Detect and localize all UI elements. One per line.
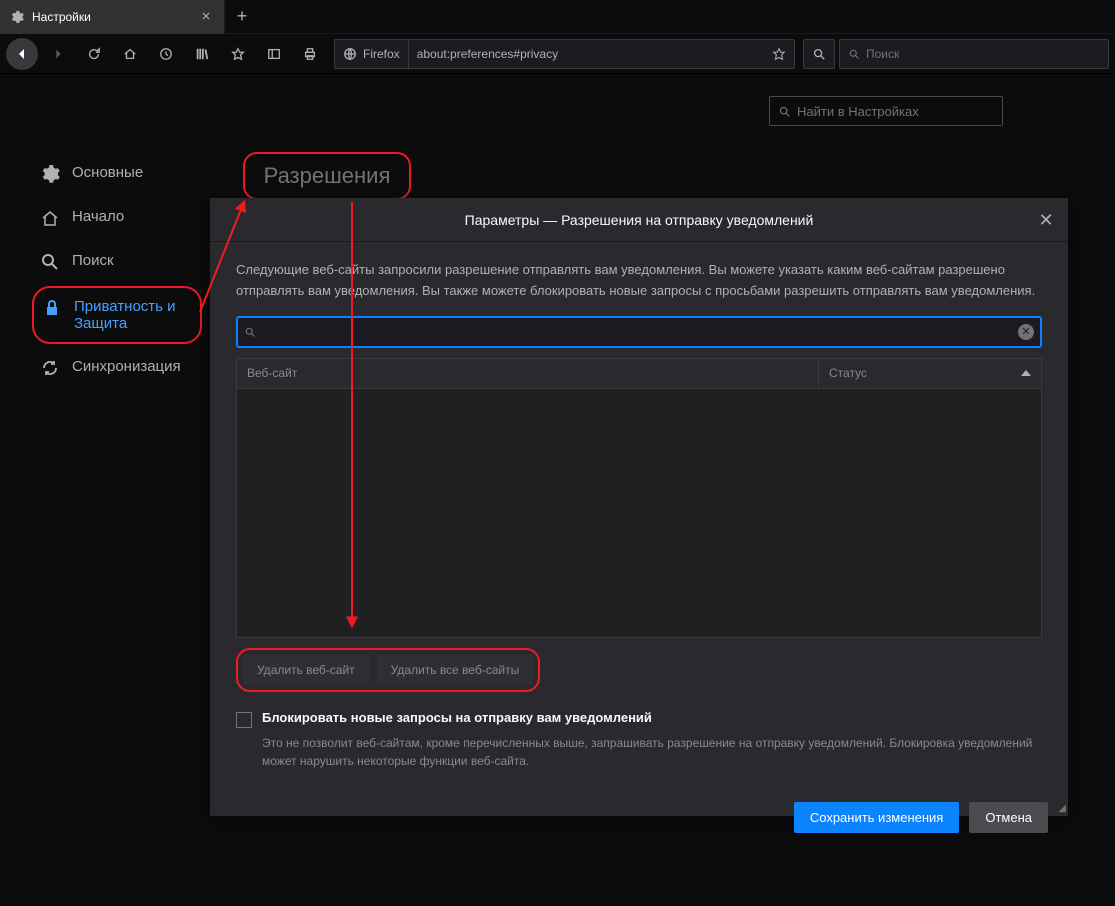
toolbar: Firefox about:preferences#privacy Поиск <box>0 34 1115 74</box>
reload-button[interactable] <box>78 38 110 70</box>
remove-website-button[interactable]: Удалить веб-сайт <box>243 655 369 685</box>
sidebar-item-general[interactable]: Основные <box>32 154 202 194</box>
dialog-body: Следующие веб-сайты запросили разрешение… <box>210 242 1068 788</box>
browser-tab[interactable]: Настройки <box>0 0 225 34</box>
pocket-button[interactable] <box>222 38 254 70</box>
sync-icon <box>40 358 60 378</box>
print-button[interactable] <box>294 38 326 70</box>
url-bar[interactable]: Firefox about:preferences#privacy <box>334 39 795 69</box>
section-title: Разрешения <box>264 163 391 189</box>
resize-grip-icon[interactable]: ◢ <box>1058 803 1066 814</box>
search-icon <box>778 105 791 118</box>
sidebar-label: Синхронизация <box>72 358 181 375</box>
sidebar-item-sync[interactable]: Синхронизация <box>32 348 202 388</box>
sidebar-label: Поиск <box>72 252 114 269</box>
dialog-footer: Сохранить изменения Отмена <box>210 788 1068 847</box>
permissions-dialog: Параметры — Разрешения на отправку уведо… <box>210 198 1068 816</box>
content-area: Найти в Настройках Основные Начало Поиск… <box>0 74 1115 832</box>
remove-all-websites-button[interactable]: Удалить все веб-сайты <box>377 655 534 685</box>
close-icon[interactable] <box>200 10 214 24</box>
forward-button[interactable] <box>42 38 74 70</box>
settings-sidebar: Основные Начало Поиск Приватность и Защи… <box>32 154 202 388</box>
block-description: Это не позволит веб-сайтам, кроме перечи… <box>262 734 1042 770</box>
identity-box[interactable]: Firefox <box>335 40 409 68</box>
sidebar-item-home[interactable]: Начало <box>32 198 202 238</box>
url-text: about:preferences#privacy <box>409 47 764 61</box>
bookmark-star-icon[interactable] <box>764 47 794 61</box>
tab-bar: Настройки + <box>0 0 1115 34</box>
dialog-title: Параметры — Разрешения на отправку уведо… <box>465 212 814 228</box>
tab-title: Настройки <box>32 10 192 24</box>
website-search-input[interactable]: ✕ <box>236 316 1042 348</box>
sidebar-label: Основные <box>72 164 143 181</box>
column-website[interactable]: Веб-сайт <box>237 359 819 388</box>
button-row: Удалить веб-сайт Удалить все веб-сайты <box>236 648 1042 692</box>
sidebar-label: Приватность и Защита <box>74 298 192 332</box>
annotation-box: Удалить веб-сайт Удалить все веб-сайты <box>236 648 540 692</box>
block-checkbox[interactable] <box>236 712 252 728</box>
gear-icon <box>10 10 24 24</box>
column-status[interactable]: Статус <box>819 359 1041 388</box>
sidebar-label: Начало <box>72 208 124 225</box>
search-placeholder: Поиск <box>866 47 899 61</box>
sidebar-button[interactable] <box>258 38 290 70</box>
gear-icon <box>40 164 60 184</box>
back-button[interactable] <box>6 38 38 70</box>
annotation-box: Разрешения <box>243 152 411 200</box>
website-search-field[interactable] <box>262 324 1012 339</box>
search-icon <box>244 326 256 338</box>
websites-table: Веб-сайт Статус <box>236 358 1042 638</box>
table-header: Веб-сайт Статус <box>237 359 1041 389</box>
dialog-description: Следующие веб-сайты запросили разрешение… <box>236 260 1042 302</box>
sort-up-icon <box>1021 370 1031 376</box>
close-icon[interactable]: ✕ <box>1034 208 1058 232</box>
library-button[interactable] <box>186 38 218 70</box>
block-checkbox-row: Блокировать новые запросы на отправку ва… <box>236 710 1042 728</box>
home-button[interactable] <box>114 38 146 70</box>
settings-search-placeholder: Найти в Настройках <box>797 104 919 119</box>
search-bar[interactable]: Поиск <box>839 39 1109 69</box>
home-icon <box>40 208 60 228</box>
settings-search[interactable]: Найти в Настройках <box>769 96 1003 126</box>
sidebar-item-search[interactable]: Поиск <box>32 242 202 282</box>
cancel-button[interactable]: Отмена <box>969 802 1048 833</box>
save-button[interactable]: Сохранить изменения <box>794 802 960 833</box>
new-tab-button[interactable]: + <box>225 0 259 34</box>
history-button[interactable] <box>150 38 182 70</box>
search-icon <box>848 48 860 60</box>
lock-icon <box>42 298 62 318</box>
identity-label: Firefox <box>363 47 400 61</box>
clear-icon[interactable]: ✕ <box>1018 324 1034 340</box>
block-checkbox-label: Блокировать новые запросы на отправку ва… <box>262 710 652 725</box>
search-icon <box>40 252 60 272</box>
search-button[interactable] <box>803 39 835 69</box>
dialog-header: Параметры — Разрешения на отправку уведо… <box>210 198 1068 242</box>
sidebar-item-privacy[interactable]: Приватность и Защита <box>32 286 202 344</box>
